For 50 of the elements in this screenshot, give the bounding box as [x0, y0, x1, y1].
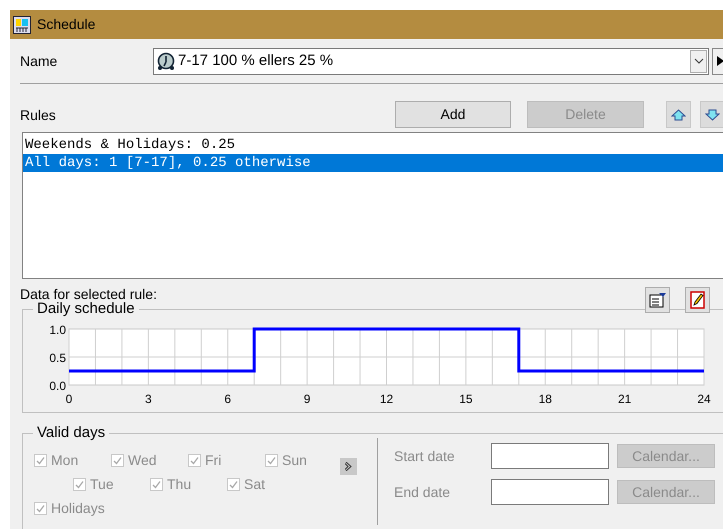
- checkbox-label: Mon: [51, 450, 78, 470]
- chevron-down-icon: [694, 58, 704, 64]
- schedule-app-icon: [13, 16, 31, 34]
- date-label: Start date: [394, 446, 456, 466]
- clipboard-icon: [648, 292, 666, 308]
- x-tick-label: 0: [66, 392, 72, 406]
- y-tick-label: 0.0: [49, 379, 66, 393]
- x-tick-label: 18: [538, 392, 552, 406]
- dropdown-value: 7-17 100 % ellers 25 %: [178, 50, 334, 71]
- expand-button[interactable]: [340, 458, 357, 474]
- move-down-button[interactable]: [700, 101, 723, 128]
- checkbox-label: Fri: [205, 450, 222, 470]
- x-tick-label: 24: [697, 392, 711, 406]
- date-label: End date: [394, 482, 452, 502]
- edit-button[interactable]: [685, 287, 710, 313]
- chevron-right-icon: [345, 462, 352, 470]
- name-label: Name: [20, 52, 58, 70]
- group-title: Daily schedule: [33, 300, 139, 318]
- x-tick-label: 3: [145, 392, 152, 406]
- group-title: Valid days: [33, 424, 110, 442]
- y-tick-label: 0.5: [49, 351, 66, 365]
- checkbox-label: Wed: [128, 450, 157, 470]
- arrow-up-icon: [671, 108, 686, 120]
- move-up-button[interactable]: [666, 101, 691, 128]
- y-tick-label: 1.0: [49, 323, 66, 337]
- x-tick-label: 15: [459, 392, 473, 406]
- checkbox-label: Holidays: [51, 498, 105, 518]
- checkbox-label: Sun: [282, 450, 307, 470]
- name-dropdown[interactable]: 7-17 100 % ellers 25 %: [153, 48, 709, 74]
- x-tick-label: 6: [224, 392, 232, 406]
- checkbox-label: Tue: [90, 474, 114, 494]
- x-tick-label: 9: [304, 392, 310, 406]
- checkbox-label: Thu: [167, 474, 192, 494]
- date-field[interactable]: [491, 443, 609, 469]
- x-tick-label: 12: [380, 392, 394, 406]
- checkbox-label: Sat: [244, 474, 266, 494]
- button[interactable]: Add: [395, 101, 511, 128]
- data-label: Data for selected rule:: [20, 285, 157, 302]
- pencil-icon: [690, 291, 706, 309]
- date-field[interactable]: [491, 479, 609, 505]
- window-title: Schedule: [37, 15, 96, 34]
- properties-button[interactable]: [645, 287, 670, 313]
- clock-icon: [156, 51, 176, 71]
- rules-label: Rules: [20, 106, 57, 125]
- rule-item[interactable]: All days: 1 [7-17], 0.25 otherwise: [23, 154, 723, 172]
- rule-item[interactable]: Weekends & Holidays: 0.25: [23, 136, 723, 154]
- play-icon: [716, 56, 723, 66]
- x-tick-label: 21: [618, 392, 632, 406]
- arrow-down-icon: [705, 108, 720, 120]
- dropdown-arrow-button[interactable]: [690, 50, 707, 72]
